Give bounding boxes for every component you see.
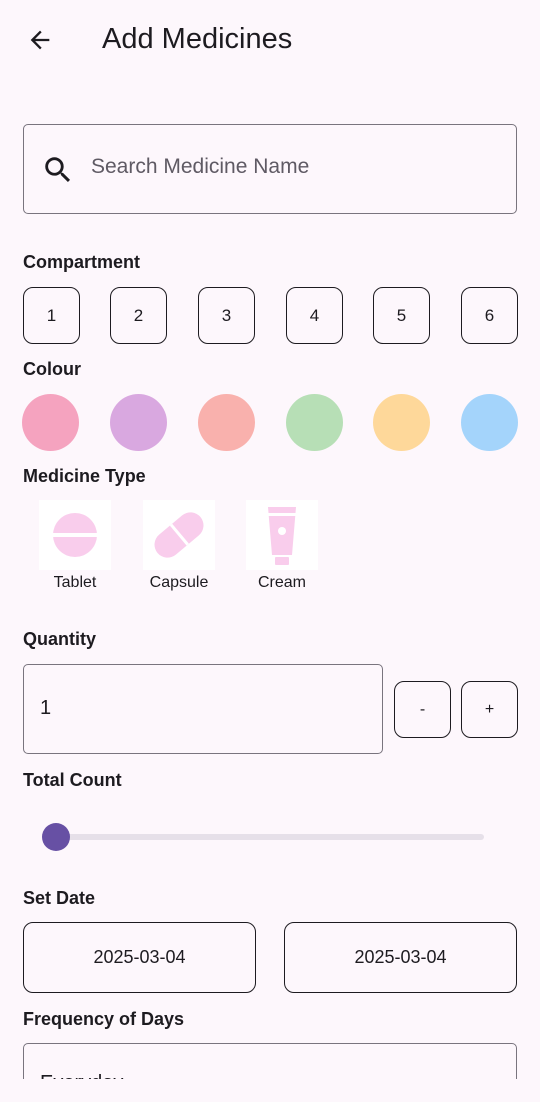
compartment-label: Compartment	[23, 252, 141, 272]
frequency-label: Frequency of Days	[23, 1009, 185, 1029]
back-button[interactable]	[20, 20, 60, 60]
compartment-button-6[interactable]: 6	[461, 287, 518, 344]
medicine-type-capsule[interactable]: Capsule	[134, 500, 224, 600]
compartment-button-4[interactable]: 4	[286, 287, 343, 344]
capsule-icon	[143, 500, 215, 570]
compartment-button-2[interactable]: 2	[110, 287, 167, 344]
page-title: Add Medicines	[102, 23, 293, 55]
compartment-button-5[interactable]: 5	[373, 287, 430, 344]
add-medicines-screen: Add Medicines Search Medicine Name Compa…	[0, 0, 540, 1102]
search-medicine-field[interactable]: Search Medicine Name	[23, 124, 517, 214]
colour-swatch-green[interactable]	[286, 394, 343, 451]
cream-label: Cream	[257, 574, 306, 591]
viewport-cutoff	[0, 1079, 540, 1102]
compartment-button-1[interactable]: 1	[23, 287, 80, 344]
quantity-increment-button[interactable]: +	[461, 681, 518, 738]
medicine-type-label: Medicine Type	[23, 466, 146, 486]
total-count-label: Total Count	[23, 770, 122, 790]
colour-swatch-pink[interactable]	[22, 394, 79, 451]
colour-label: Colour	[23, 359, 81, 379]
tablet-icon	[39, 500, 111, 570]
medicine-type-tablet[interactable]: Tablet	[30, 500, 120, 600]
start-date-button[interactable]: 2025-03-04	[23, 922, 256, 993]
medicine-type-cream[interactable]: Cream	[237, 500, 327, 600]
quantity-label: Quantity	[23, 629, 97, 649]
quantity-decrement-button[interactable]: -	[394, 681, 451, 738]
colour-swatch-salmon[interactable]	[198, 394, 255, 451]
capsule-label: Capsule	[149, 574, 209, 591]
quantity-input[interactable]: 1	[23, 664, 383, 754]
compartment-button-3[interactable]: 3	[198, 287, 255, 344]
search-icon	[45, 157, 71, 183]
arrow-left-icon	[30, 30, 50, 50]
set-date-label: Set Date	[23, 888, 96, 908]
colour-swatch-blue[interactable]	[461, 394, 518, 451]
colour-swatch-orange[interactable]	[373, 394, 430, 451]
colour-swatch-purple[interactable]	[110, 394, 167, 451]
tablet-label: Tablet	[53, 574, 97, 591]
quantity-value: 1	[40, 697, 52, 719]
search-placeholder: Search Medicine Name	[91, 155, 310, 178]
cream-tube-icon	[246, 500, 318, 570]
end-date-button[interactable]: 2025-03-04	[284, 922, 517, 993]
total-count-slider-track[interactable]	[56, 834, 484, 840]
total-count-slider-thumb[interactable]	[42, 823, 70, 851]
